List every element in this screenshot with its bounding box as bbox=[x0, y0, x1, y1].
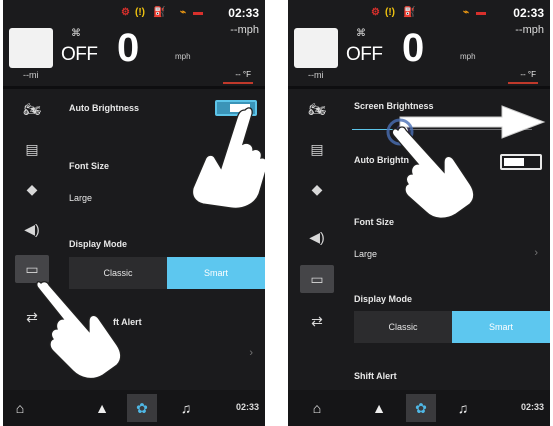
volume-icon[interactable]: ◀) bbox=[300, 223, 334, 251]
classic-option[interactable]: Classic bbox=[69, 257, 167, 289]
brightness-icon[interactable]: ◆ bbox=[15, 175, 49, 203]
status-clock: 02:33 bbox=[228, 6, 259, 20]
home-icon[interactable]: ⌂ bbox=[302, 394, 332, 422]
screen-brightness-slider[interactable] bbox=[352, 124, 532, 138]
temperature: -- °F bbox=[520, 70, 536, 79]
tpms-icon: (!) bbox=[135, 7, 145, 18]
storage-icon[interactable]: ▤ bbox=[300, 135, 334, 163]
dashboard-screen-after: ⚙ (!) ⛽ ⌁ ▬ 02:33 ⌘ OFF 0 mph --mph --mi… bbox=[288, 0, 550, 426]
settings-icon[interactable]: ✿ bbox=[127, 394, 157, 422]
display-mode-label: Display Mode bbox=[354, 294, 413, 304]
dashboard-screen-before: ⚙ (!) ⛽ ⌁ ▬ 02:33 ⌘ OFF 0 mph --mph --mi… bbox=[3, 0, 265, 426]
slider-fill bbox=[352, 129, 402, 130]
status-clock: 02:33 bbox=[513, 6, 544, 20]
speed-unit: mph bbox=[175, 52, 191, 61]
oil-can-icon: ⌁ bbox=[463, 7, 470, 18]
settings-sidebar: 🏍 ▤ ◆ ◀) ▭ ⇄ bbox=[3, 89, 63, 389]
tpms-icon: (!) bbox=[385, 7, 395, 18]
odometer: --mi bbox=[23, 70, 39, 80]
slider-knob[interactable] bbox=[396, 124, 410, 138]
speed-readout: 0 bbox=[402, 26, 425, 70]
motorcycle-icon[interactable]: 🏍 bbox=[15, 95, 49, 123]
chevron-right-icon: › bbox=[249, 192, 253, 204]
auto-brightness-label: Auto Brightness bbox=[69, 103, 140, 113]
volume-icon[interactable]: ◀) bbox=[15, 215, 49, 243]
secondary-speed: --mph bbox=[230, 24, 259, 36]
bottom-clock: 02:33 bbox=[520, 402, 544, 412]
sliders-icon[interactable]: ⇄ bbox=[15, 303, 49, 331]
settings-content: Screen Brightness Auto Brightn Font Size… bbox=[348, 89, 550, 389]
smart-option[interactable]: Smart bbox=[167, 257, 265, 289]
settings-sidebar: 🏍 ▤ ◆ ◀) ▭ ⇄ bbox=[288, 89, 348, 389]
riding-mode-icon: ⌘ bbox=[356, 28, 366, 39]
music-icon[interactable]: ♫ bbox=[448, 394, 478, 422]
font-size-value[interactable]: Large bbox=[69, 193, 92, 203]
font-size-value[interactable]: Large bbox=[354, 249, 377, 259]
chevron-right-icon: › bbox=[534, 247, 538, 259]
sliders-icon[interactable]: ⇄ bbox=[300, 307, 334, 335]
music-icon[interactable]: ♫ bbox=[171, 394, 201, 422]
chevron-right-icon: › bbox=[249, 347, 253, 359]
gear-indicator bbox=[9, 28, 53, 68]
bluetooth-label: Blue bbox=[69, 347, 89, 357]
font-size-label: Font Size bbox=[354, 217, 394, 227]
auto-brightness-label: Auto Brightn bbox=[354, 155, 409, 165]
display-mode-label: Display Mode bbox=[69, 239, 128, 249]
gear-state: OFF bbox=[61, 44, 98, 65]
classic-option[interactable]: Classic bbox=[354, 311, 452, 343]
riding-mode-icon: ⌘ bbox=[71, 28, 81, 39]
shift-alert-label: Shift Alert bbox=[354, 371, 397, 381]
shift-alert-label: ft Alert bbox=[113, 317, 142, 327]
temperature: -- °F bbox=[235, 70, 251, 79]
font-size-label: Font Size bbox=[69, 161, 109, 171]
status-bar: ⚙ (!) ⛽ ⌁ ▬ 02:33 bbox=[3, 4, 265, 20]
motorcycle-icon[interactable]: 🏍 bbox=[300, 95, 334, 123]
bottom-nav: ⌂ ▲ ✿ ♫ 02:33 bbox=[288, 390, 550, 426]
oil-pressure-icon: ⛽ bbox=[403, 7, 416, 18]
settings-content: Auto Brightness Font Size Large › Displa… bbox=[63, 89, 265, 389]
engine-warning-icon: ⚙ bbox=[371, 7, 380, 18]
speed-unit: mph bbox=[460, 52, 476, 61]
display-icon[interactable]: ▭ bbox=[15, 255, 49, 283]
auto-brightness-toggle[interactable] bbox=[500, 154, 542, 170]
gear-indicator bbox=[294, 28, 338, 68]
gear-state: OFF bbox=[346, 44, 383, 65]
bottom-clock: 02:33 bbox=[235, 402, 259, 412]
temperature-bar bbox=[223, 82, 253, 84]
oil-can-icon: ⌁ bbox=[180, 7, 187, 18]
navigation-icon[interactable]: ▲ bbox=[364, 394, 394, 422]
speedometer-panel: ⌘ OFF 0 mph --mph --mi -- °F bbox=[3, 22, 265, 86]
screen-brightness-label: Screen Brightness bbox=[354, 101, 434, 111]
toggle-knob bbox=[504, 158, 524, 166]
temperature-bar bbox=[508, 82, 538, 84]
status-bar: ⚙ (!) ⛽ ⌁ ▬ 02:33 bbox=[288, 4, 550, 20]
display-icon[interactable]: ▭ bbox=[300, 265, 334, 293]
storage-icon[interactable]: ▤ bbox=[15, 135, 49, 163]
engine-warning-icon: ⚙ bbox=[121, 7, 130, 18]
bottom-nav: ⌂ ▲ ✿ ♫ 02:33 bbox=[3, 390, 265, 426]
speed-readout: 0 bbox=[117, 26, 140, 70]
oil-pressure-icon: ⛽ bbox=[153, 7, 166, 18]
speedometer-panel: ⌘ OFF 0 mph --mph --mi -- °F bbox=[288, 22, 550, 86]
battery-icon: ▬ bbox=[476, 7, 486, 18]
display-mode-selector: Classic Smart bbox=[69, 257, 265, 289]
secondary-speed: --mph bbox=[515, 24, 544, 36]
smart-option[interactable]: Smart bbox=[452, 311, 550, 343]
brightness-icon[interactable]: ◆ bbox=[300, 175, 334, 203]
home-icon[interactable]: ⌂ bbox=[5, 394, 35, 422]
settings-icon[interactable]: ✿ bbox=[406, 394, 436, 422]
auto-brightness-toggle[interactable] bbox=[215, 100, 257, 116]
display-mode-selector: Classic Smart bbox=[354, 311, 550, 343]
battery-icon: ▬ bbox=[193, 7, 203, 18]
toggle-knob bbox=[230, 104, 250, 112]
odometer: --mi bbox=[308, 70, 324, 80]
navigation-icon[interactable]: ▲ bbox=[87, 394, 117, 422]
